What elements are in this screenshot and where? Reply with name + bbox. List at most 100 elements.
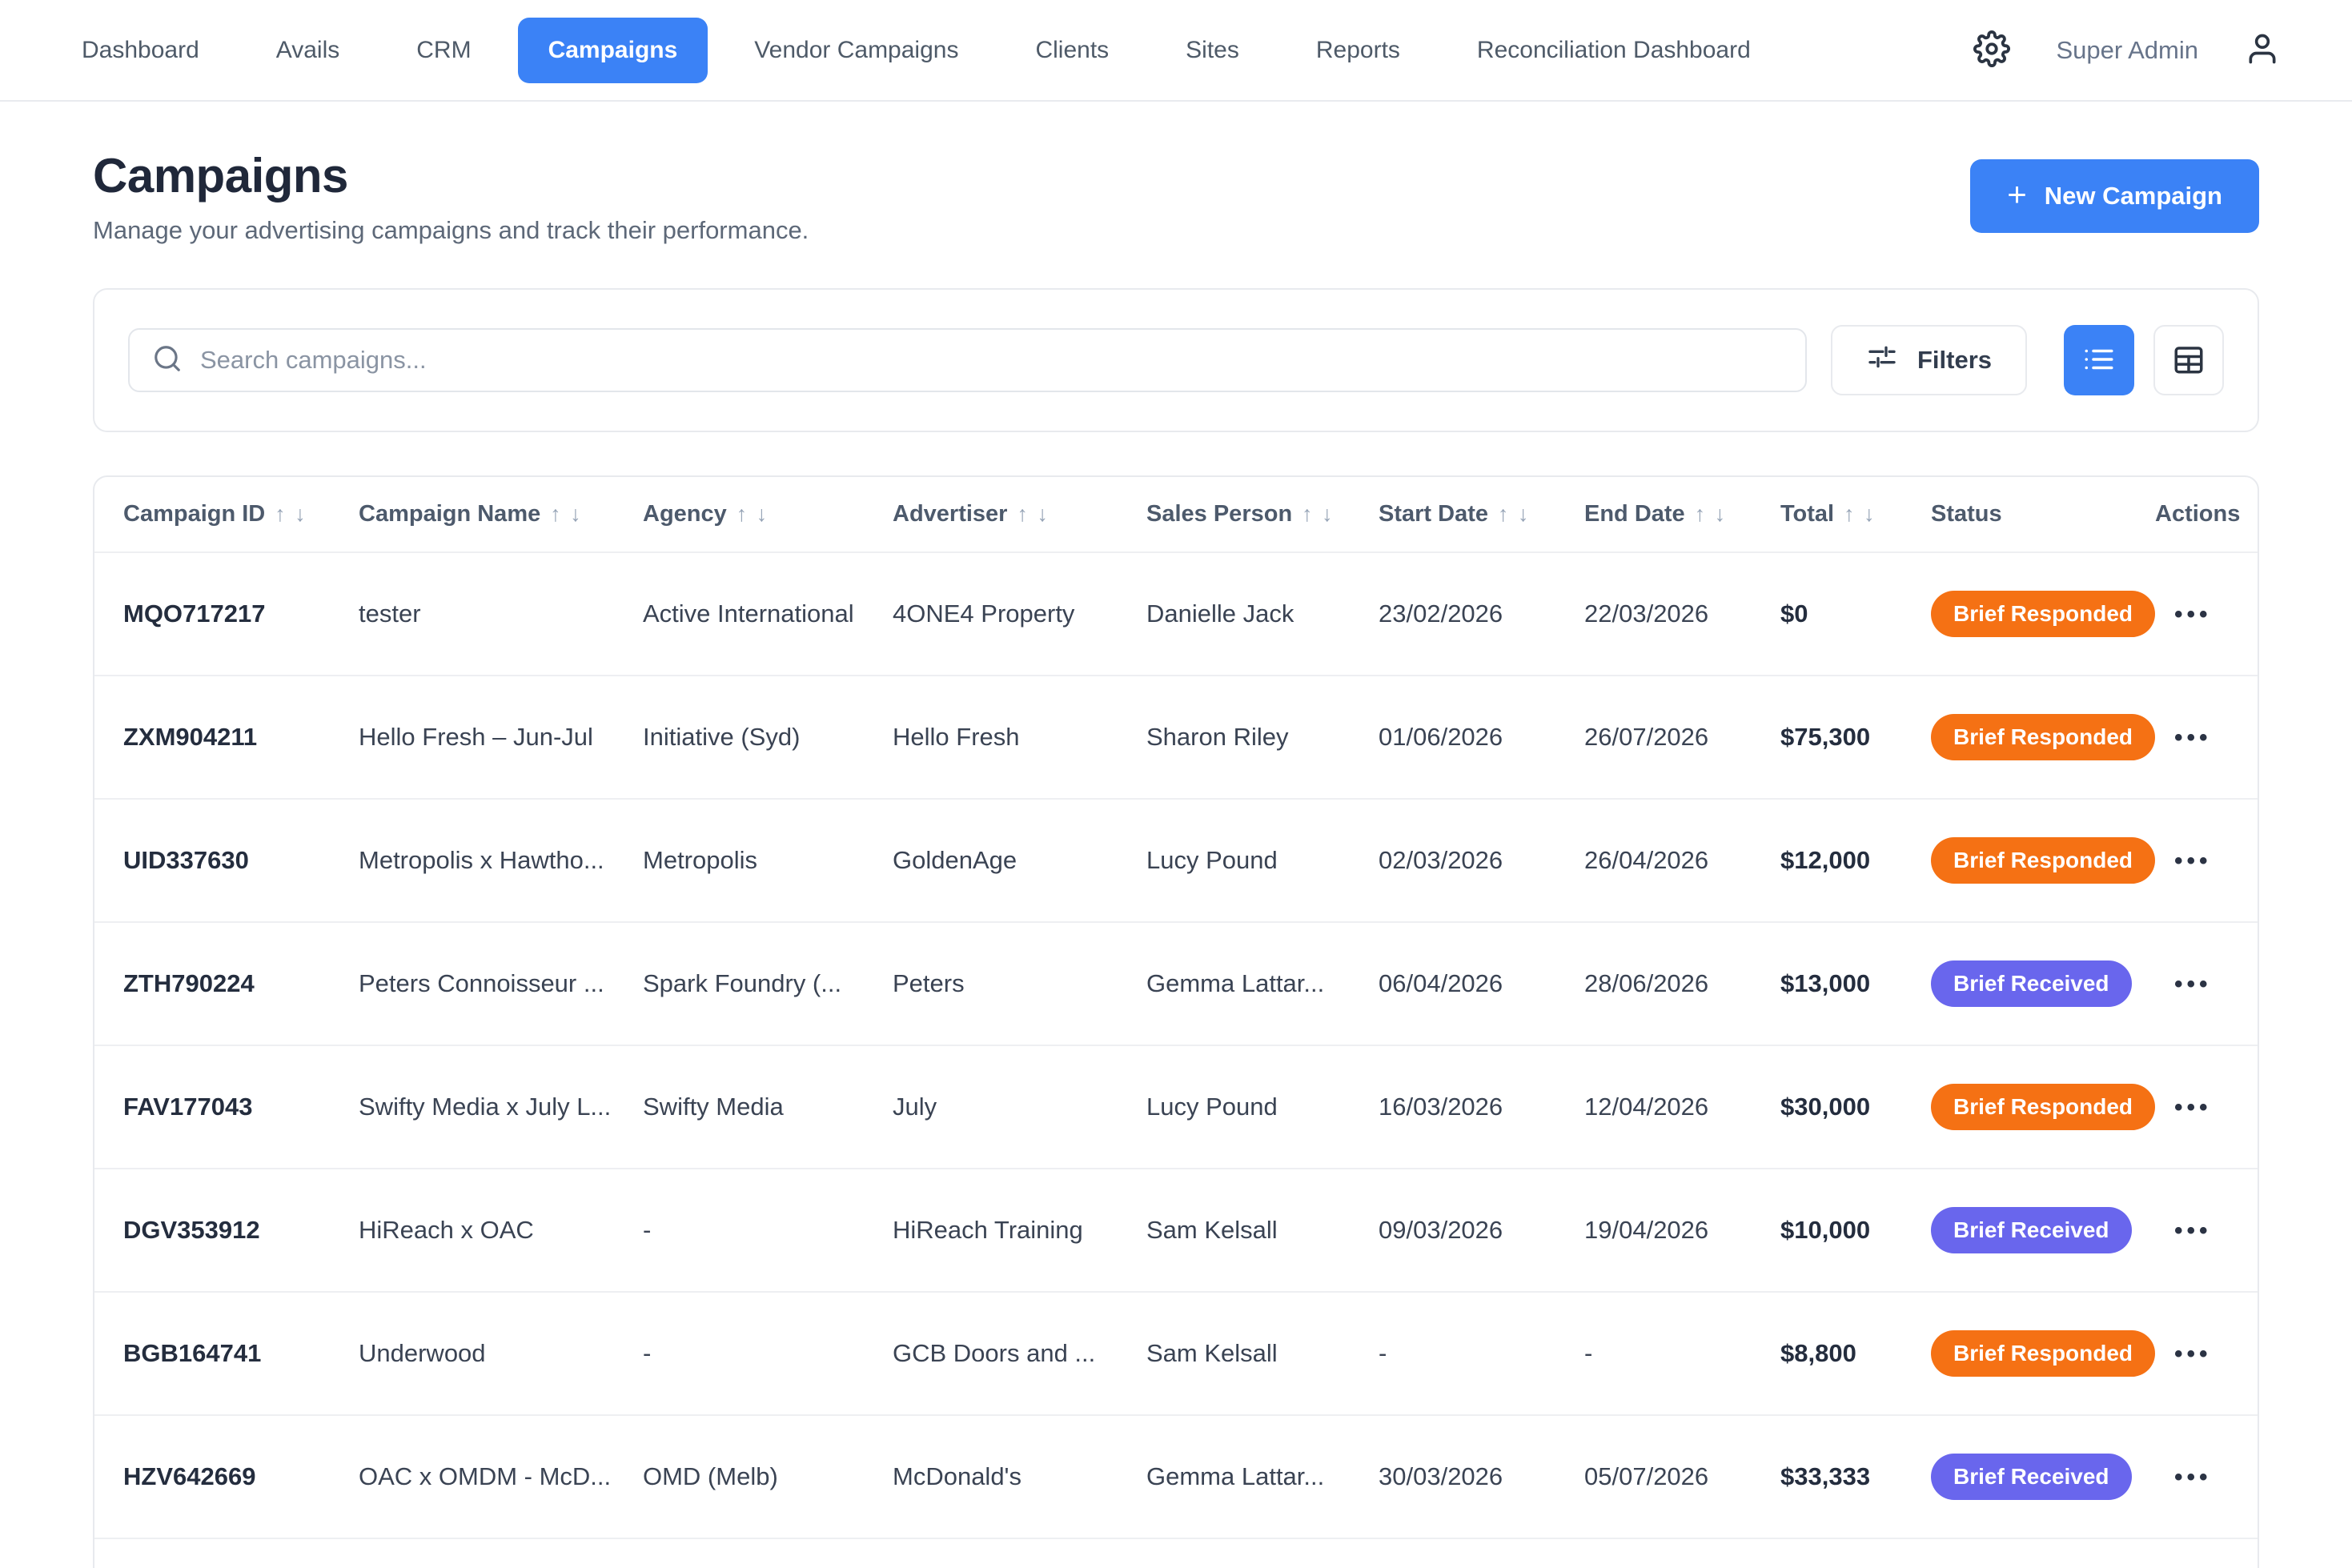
sales-person-cell: Danielle Jack: [1146, 552, 1379, 676]
table-view-button[interactable]: [2153, 325, 2224, 395]
column-header-start-date[interactable]: Start Date↑ ↓: [1379, 477, 1584, 552]
nav-item-campaigns[interactable]: Campaigns: [518, 18, 708, 83]
column-header-actions: Actions: [2155, 477, 2258, 552]
table-row[interactable]: ZTH790224Peters Connoisseur ...Spark Fou…: [94, 922, 2258, 1045]
sort-arrows-icon: ↑ ↓: [1498, 502, 1531, 526]
status-badge: Brief Received: [1931, 1454, 2132, 1500]
row-actions-button[interactable]: •••: [2155, 848, 2212, 875]
new-campaign-button[interactable]: + New Campaign: [1970, 159, 2259, 233]
column-header-campaign-name[interactable]: Campaign Name↑ ↓: [359, 477, 643, 552]
topnav-right: Super Admin: [1973, 30, 2281, 70]
column-header-status: Status: [1931, 477, 2155, 552]
status-badge: Brief Received: [1931, 960, 2132, 1007]
top-navigation: DashboardAvailsCRM CampaignsVendor Campai…: [0, 0, 2352, 102]
page-title: Campaigns: [93, 148, 809, 203]
column-header-sales-person[interactable]: Sales Person↑ ↓: [1146, 477, 1379, 552]
row-actions-button[interactable]: •••: [2155, 601, 2212, 628]
column-header-total[interactable]: Total↑ ↓: [1780, 477, 1931, 552]
start-date-cell: 23/02/2026: [1379, 552, 1584, 676]
agency-cell: -: [643, 1292, 893, 1415]
advertiser-cell: HiReach Training: [893, 1169, 1146, 1292]
campaign-name-cell: Peters Connoisseur ...: [359, 922, 643, 1045]
table-row[interactable]: ZXM904211Hello Fresh – Jun-JulInitiative…: [94, 676, 2258, 799]
campaign-id-cell: BGB164741: [94, 1292, 359, 1415]
row-actions-button[interactable]: •••: [2155, 1341, 2212, 1368]
agency-cell: Metropolis: [643, 799, 893, 922]
actions-cell: •••: [2155, 1292, 2258, 1415]
status-cell: Brief Responded: [1931, 1045, 2155, 1169]
advertiser-cell: Peters: [893, 922, 1146, 1045]
page-header: Campaigns Manage your advertising campai…: [93, 148, 2259, 245]
table-row[interactable]: d6045351-aa1...Toyota Tundra - Mar...Spa…: [94, 1538, 2258, 1568]
row-actions-button[interactable]: •••: [2155, 1094, 2212, 1121]
row-actions-button[interactable]: •••: [2155, 1217, 2212, 1245]
total-cell: $8,800: [1780, 1292, 1931, 1415]
list-view-button[interactable]: [2064, 325, 2134, 395]
table-row[interactable]: DGV353912HiReach x OAC-HiReach TrainingS…: [94, 1169, 2258, 1292]
settings-button[interactable]: [1973, 30, 2010, 70]
campaign-id-cell: ZTH790224: [94, 922, 359, 1045]
status-badge: Brief Responded: [1931, 1084, 2155, 1130]
table-row[interactable]: FAV177043Swifty Media x July L...Swifty …: [94, 1045, 2258, 1169]
status-cell: Brief Received: [1931, 1169, 2155, 1292]
table-row[interactable]: MQO717217testerActive International4ONE4…: [94, 552, 2258, 676]
column-header-end-date[interactable]: End Date↑ ↓: [1584, 477, 1780, 552]
row-actions-button[interactable]: •••: [2155, 724, 2212, 752]
search-input[interactable]: [200, 346, 1783, 375]
person-icon: [2245, 31, 2280, 69]
column-header-advertiser[interactable]: Advertiser↑ ↓: [893, 477, 1146, 552]
nav-item-dashboard[interactable]: Dashboard: [51, 18, 230, 83]
page-header-text: Campaigns Manage your advertising campai…: [93, 148, 809, 245]
agency-cell: Spark Foundry (...: [643, 922, 893, 1045]
new-campaign-label: New Campaign: [2045, 182, 2222, 211]
end-date-cell: 19/04/2026: [1584, 1169, 1780, 1292]
total-cell: $13,000: [1780, 922, 1931, 1045]
status-cell: Brief Responded: [1931, 799, 2155, 922]
status-badge: Brief Responded: [1931, 837, 2155, 884]
nav-item-sites[interactable]: Sites: [1155, 18, 1270, 83]
status-cell: Brief Responded: [1931, 552, 2155, 676]
row-actions-button[interactable]: •••: [2155, 1464, 2212, 1491]
sliders-icon: [1866, 341, 1898, 379]
agency-cell: OMD (Melb): [643, 1415, 893, 1538]
agency-cell: Swifty Media: [643, 1045, 893, 1169]
nav-item-vendor-campaigns[interactable]: Vendor Campaigns: [724, 18, 989, 83]
campaign-name-cell: Underwood: [359, 1292, 643, 1415]
total-cell: $10,000: [1780, 1169, 1931, 1292]
nav-item-clients[interactable]: Clients: [1005, 18, 1139, 83]
table-row[interactable]: BGB164741Underwood-GCB Doors and ...Sam …: [94, 1292, 2258, 1415]
campaign-id-cell: HZV642669: [94, 1415, 359, 1538]
campaign-name-cell: Metropolis x Hawtho...: [359, 799, 643, 922]
start-date-cell: 30/03/2026: [1379, 1415, 1584, 1538]
profile-button[interactable]: [2245, 31, 2280, 69]
table-row[interactable]: UID337630Metropolis x Hawtho...Metropoli…: [94, 799, 2258, 922]
sales-person-cell: Sam Kelsall: [1146, 1169, 1379, 1292]
campaign-id-cell: DGV353912: [94, 1169, 359, 1292]
sort-arrows-icon: ↑ ↓: [1017, 502, 1050, 526]
filters-button[interactable]: Filters: [1831, 325, 2027, 395]
table-row[interactable]: HZV642669OAC x OMDM - McD...OMD (Melb)Mc…: [94, 1415, 2258, 1538]
nav-item-crm[interactable]: CRM: [386, 18, 501, 83]
column-header-agency[interactable]: Agency↑ ↓: [643, 477, 893, 552]
table-header-row: Campaign ID↑ ↓Campaign Name↑ ↓Agency↑ ↓A…: [94, 477, 2258, 552]
advertiser-cell: Hello Fresh: [893, 676, 1146, 799]
row-actions-button[interactable]: •••: [2155, 971, 2212, 998]
nav-item-reconciliation-dashboard[interactable]: Reconciliation Dashboard: [1447, 18, 1781, 83]
status-cell: Brief Responded: [1931, 676, 2155, 799]
total-cell: $33,333: [1780, 1415, 1931, 1538]
actions-cell: •••: [2155, 799, 2258, 922]
campaign-id-cell: FAV177043: [94, 1045, 359, 1169]
end-date-cell: 12/04/2026: [1584, 1045, 1780, 1169]
column-header-campaign-id[interactable]: Campaign ID↑ ↓: [94, 477, 359, 552]
start-date-cell: 01/06/2026: [1379, 676, 1584, 799]
advertiser-cell: July: [893, 1045, 1146, 1169]
sales-person-cell: Gemma Lattar...: [1146, 1538, 1379, 1568]
main-content: Campaigns Manage your advertising campai…: [0, 148, 2352, 1568]
campaigns-table-card: Campaign ID↑ ↓Campaign Name↑ ↓Agency↑ ↓A…: [93, 475, 2259, 1568]
plus-icon: +: [2007, 178, 2027, 211]
nav-item-avails[interactable]: Avails: [246, 18, 370, 83]
start-date-cell: -: [1379, 1292, 1584, 1415]
actions-cell: •••: [2155, 922, 2258, 1045]
nav-item-reports[interactable]: Reports: [1286, 18, 1431, 83]
table-body: MQO717217testerActive International4ONE4…: [94, 552, 2258, 1568]
